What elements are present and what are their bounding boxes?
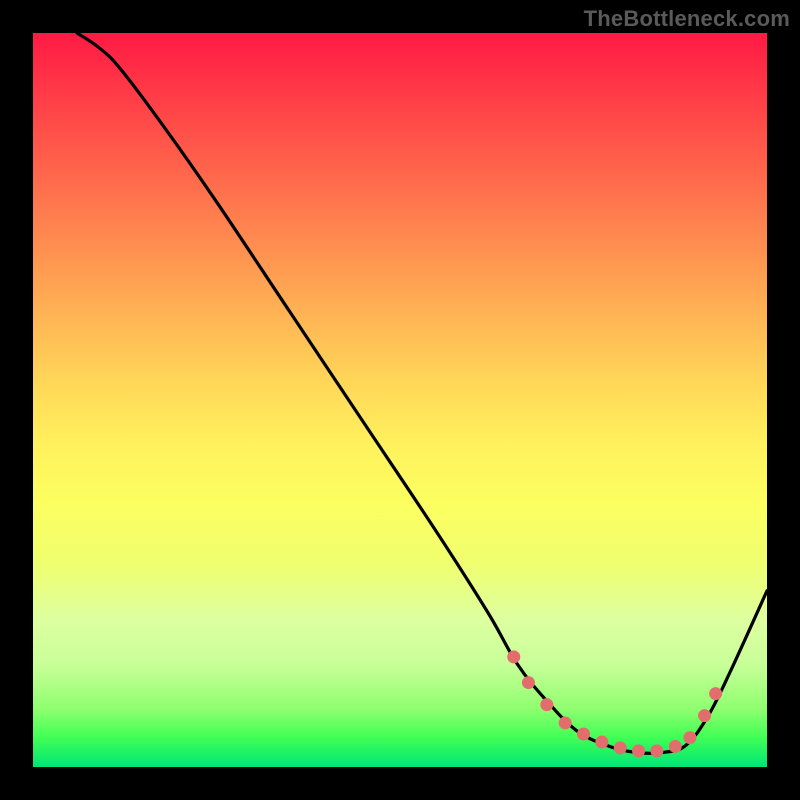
curve-svg [33, 33, 767, 767]
watermark-text: TheBottleneck.com [584, 6, 790, 32]
highlight-marker [650, 744, 663, 757]
highlight-markers [507, 650, 722, 757]
highlight-marker [614, 741, 627, 754]
highlight-marker [669, 740, 682, 753]
highlight-marker [683, 731, 696, 744]
highlight-marker [522, 676, 535, 689]
highlight-marker [507, 650, 520, 663]
highlight-marker [577, 727, 590, 740]
highlight-marker [709, 687, 722, 700]
bottleneck-curve [77, 33, 767, 753]
highlight-marker [559, 716, 572, 729]
highlight-marker [632, 744, 645, 757]
highlight-marker [698, 709, 711, 722]
plot-area [33, 33, 767, 767]
highlight-marker [595, 736, 608, 749]
highlight-marker [540, 698, 553, 711]
chart-stage: TheBottleneck.com [0, 0, 800, 800]
